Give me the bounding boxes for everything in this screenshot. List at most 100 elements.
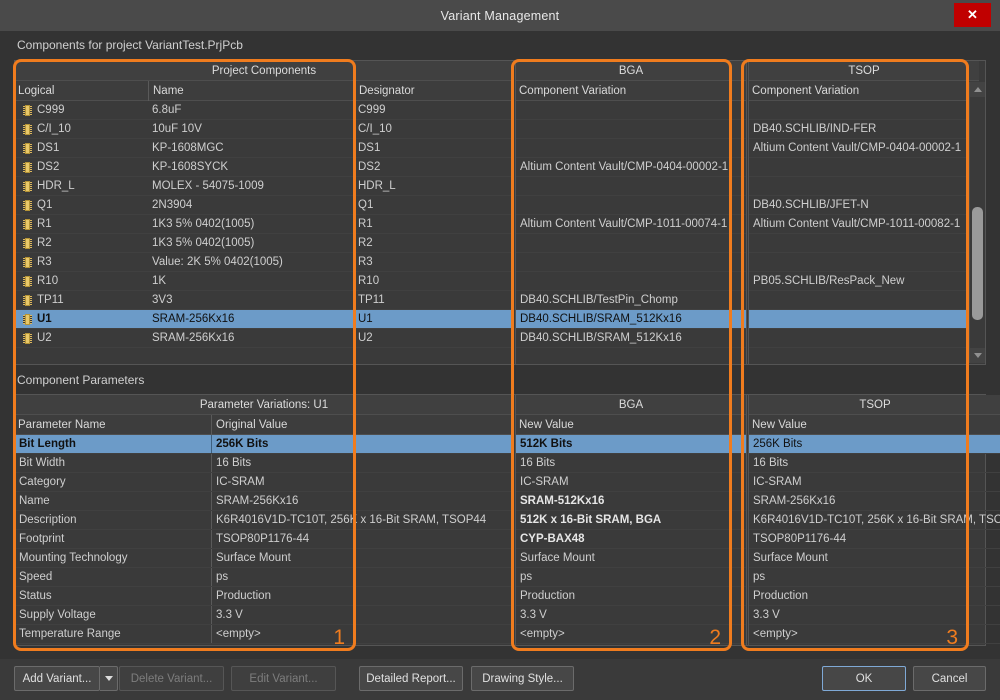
bga-parameter-row[interactable]: 512K x 16-Bit SRAM, BGA xyxy=(516,511,746,530)
tsop-parameter-row[interactable]: Surface Mount xyxy=(749,549,1000,568)
tsop-variation-row[interactable]: DB40.SCHLIB/JFET-N xyxy=(749,196,979,215)
bga-variation-row[interactable] xyxy=(516,101,746,120)
bga-parameter-row[interactable]: CYP-BAX48 xyxy=(516,530,746,549)
cancel-button[interactable]: Cancel xyxy=(913,666,986,691)
parameter-row[interactable]: Name SRAM-256Kx16 xyxy=(15,492,513,511)
parameter-name-cell: Footprint xyxy=(19,533,65,545)
column-header-original-value[interactable]: Original Value xyxy=(211,414,513,435)
bga-variation-row[interactable]: DB40.SCHLIB/SRAM_512Kx16 xyxy=(516,310,746,329)
parameter-row[interactable]: Bit Length 256K Bits xyxy=(15,435,513,454)
tsop-parameter-row[interactable]: SRAM-256Kx16 xyxy=(749,492,1000,511)
parameter-row[interactable]: Status Production xyxy=(15,587,513,606)
tsop-parameter-row[interactable]: 16 Bits xyxy=(749,454,1000,473)
column-header-logical[interactable]: Logical xyxy=(15,81,148,101)
bga-parameter-row[interactable]: 16 Bits xyxy=(516,454,746,473)
bga-variation-row[interactable] xyxy=(516,253,746,272)
tsop-variation-row[interactable] xyxy=(749,101,979,120)
tsop-parameter-rows: 256K Bits 16 Bits IC-SRAM SRAM-256Kx16 K6R40… xyxy=(749,435,1000,644)
tsop-parameter-row[interactable]: ps xyxy=(749,568,1000,587)
table-row[interactable]: C999 6.8uF C999 xyxy=(15,101,513,120)
table-row[interactable]: R10 1K R10 xyxy=(15,272,513,291)
bga-variation-row[interactable] xyxy=(516,177,746,196)
bga-variation-row[interactable] xyxy=(516,234,746,253)
tsop-parameter-row[interactable]: <empty> xyxy=(749,625,1000,644)
tsop-parameter-row[interactable]: TSOP80P1176-44 xyxy=(749,530,1000,549)
tsop-variation-row[interactable] xyxy=(749,158,979,177)
bga-variation-row[interactable] xyxy=(516,139,746,158)
parameter-row[interactable]: Footprint TSOP80P1176-44 xyxy=(15,530,513,549)
tsop-variation-row[interactable] xyxy=(749,291,979,310)
table-row[interactable]: R3 Value: 2K 5% 0402(1005) R3 xyxy=(15,253,513,272)
bga-variation-row[interactable]: Altium Content Vault/CMP-1011-00074-1 xyxy=(516,215,746,234)
bga-parameter-row[interactable]: ps xyxy=(516,568,746,587)
add-variant-button[interactable]: Add Variant... xyxy=(14,666,100,691)
tsop-variation-row[interactable]: DB40.SCHLIB/IND-FER xyxy=(749,120,979,139)
bga-parameter-row[interactable]: SRAM-512Kx16 xyxy=(516,492,746,511)
parameter-row[interactable]: Description K6R4016V1D-TC10T, 256K x 16-B… xyxy=(15,511,513,530)
variation-value-cell: Altium Content Vault/CMP-1011-00082-1 xyxy=(753,217,961,230)
components-scrollbar[interactable] xyxy=(969,82,985,363)
tsop-parameter-row[interactable]: 3.3 V xyxy=(749,606,1000,625)
bga-variation-row[interactable] xyxy=(516,120,746,139)
bga-parameter-row[interactable]: Production xyxy=(516,587,746,606)
bga-variation-row[interactable] xyxy=(516,196,746,215)
tsop-variation-row[interactable]: Altium Content Vault/CMP-0404-00002-1 xyxy=(749,139,979,158)
parameter-row[interactable]: Mounting Technology Surface Mount xyxy=(15,549,513,568)
bga-parameter-row[interactable]: 512K Bits xyxy=(516,435,746,454)
tsop-variation-row[interactable] xyxy=(749,329,979,348)
scrollbar-thumb[interactable] xyxy=(972,207,983,320)
bga-variation-row[interactable] xyxy=(516,272,746,291)
table-row[interactable]: DS2 KP-1608SYCK DS2 xyxy=(15,158,513,177)
table-row[interactable]: HDR_L MOLEX - 54075-1009 HDR_L xyxy=(15,177,513,196)
column-header-tsop-new-value[interactable]: New Value xyxy=(749,415,1000,435)
tsop-variation-row[interactable] xyxy=(749,310,979,329)
tsop-variation-row[interactable] xyxy=(749,234,979,253)
tsop-parameter-row[interactable]: Production xyxy=(749,587,1000,606)
detailed-report-button[interactable]: Detailed Report... xyxy=(359,666,463,691)
column-header-name[interactable]: Name xyxy=(148,80,354,101)
parameter-row[interactable]: Speed ps xyxy=(15,568,513,587)
table-row[interactable]: R1 1K3 5% 0402(1005) R1 xyxy=(15,215,513,234)
parameter-name-cell: Supply Voltage xyxy=(19,609,96,621)
scroll-up-icon[interactable] xyxy=(970,82,985,97)
tsop-variation-row[interactable]: Altium Content Vault/CMP-1011-00082-1 xyxy=(749,215,979,234)
parameter-row[interactable]: Bit Width 16 Bits xyxy=(15,454,513,473)
tsop-variation-row[interactable] xyxy=(749,177,979,196)
table-row[interactable]: DS1 KP-1608MGC DS1 xyxy=(15,139,513,158)
bga-variation-row[interactable]: DB40.SCHLIB/TestPin_Chomp xyxy=(516,291,746,310)
close-icon[interactable]: ✕ xyxy=(954,3,991,27)
bga-parameter-row[interactable]: <empty> xyxy=(516,625,746,644)
table-row[interactable]: U2 SRAM-256Kx16 U2 xyxy=(15,329,513,348)
drawing-style-button[interactable]: Drawing Style... xyxy=(471,666,574,691)
bga-parameter-row[interactable]: IC-SRAM xyxy=(516,473,746,492)
tsop-parameter-row[interactable]: 256K Bits xyxy=(749,435,1000,454)
chevron-down-icon[interactable] xyxy=(100,666,118,691)
scroll-down-icon[interactable] xyxy=(970,348,985,363)
table-row[interactable]: TP11 3V3 TP11 xyxy=(15,291,513,310)
table-row[interactable]: U1 SRAM-256Kx16 U1 xyxy=(15,310,513,329)
parameter-row[interactable]: Category IC-SRAM xyxy=(15,473,513,492)
table-row[interactable]: R2 1K3 5% 0402(1005) R2 xyxy=(15,234,513,253)
bga-parameter-row[interactable]: Surface Mount xyxy=(516,549,746,568)
tsop-variation-row[interactable]: PB05.SCHLIB/ResPack_New xyxy=(749,272,979,291)
column-header-parameter-name[interactable]: Parameter Name xyxy=(15,415,211,435)
delete-variant-button[interactable]: Delete Variant... xyxy=(119,666,224,691)
column-header-designator[interactable]: Designator xyxy=(354,80,513,101)
bga-variation-row[interactable]: DB40.SCHLIB/SRAM_512Kx16 xyxy=(516,329,746,348)
bga-parameter-row[interactable]: 3.3 V xyxy=(516,606,746,625)
tsop-variation-row[interactable] xyxy=(749,253,979,272)
tsop-parameter-row[interactable]: K6R4016V1D-TC10T, 256K x 16-Bit SRAM, TS… xyxy=(749,511,1000,530)
bga-variation-row[interactable]: Altium Content Vault/CMP-0404-00002-1 xyxy=(516,158,746,177)
column-header-bga-component-variation[interactable]: Component Variation xyxy=(516,81,746,101)
parameter-row[interactable]: Supply Voltage 3.3 V xyxy=(15,606,513,625)
tsop-parameter-row[interactable]: IC-SRAM xyxy=(749,473,1000,492)
edit-variant-button[interactable]: Edit Variant... xyxy=(231,666,336,691)
component-logical-text: C999 xyxy=(37,103,65,116)
column-header-bga-new-value[interactable]: New Value xyxy=(516,415,746,435)
parameter-row[interactable]: Temperature Range <empty> xyxy=(15,625,513,644)
bga-new-value-header: New Value xyxy=(516,415,746,435)
column-header-tsop-component-variation[interactable]: Component Variation xyxy=(749,81,979,101)
table-row[interactable]: C/I_10 10uF 10V C/I_10 xyxy=(15,120,513,139)
table-row[interactable]: Q1 2N3904 Q1 xyxy=(15,196,513,215)
ok-button[interactable]: OK xyxy=(822,666,906,691)
